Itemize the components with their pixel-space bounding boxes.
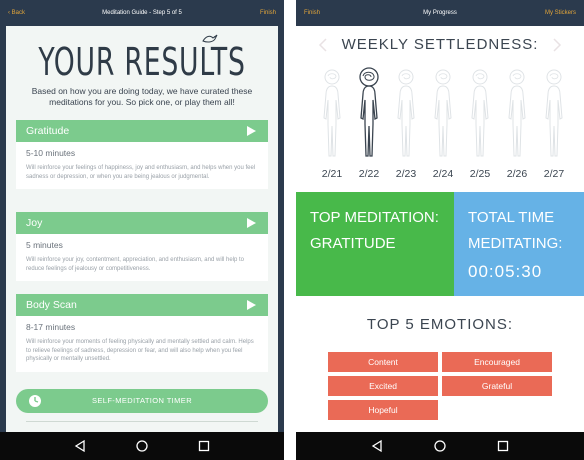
top-meditation-value: GRATITUDE: [310, 235, 396, 252]
nav-back-icon[interactable]: [73, 439, 87, 453]
top-meditation-label: TOP MEDITATION:: [310, 209, 439, 226]
weekly-settledness-title: WEEKLY SETTLEDNESS:: [341, 36, 539, 53]
results-card: YOUR RESULTS Based on how you are doing …: [6, 26, 278, 432]
stats-tiles: TOP MEDITATION: GRATITUDE TOTAL TIME MED…: [296, 192, 584, 296]
meditation-card-body-scan[interactable]: Body Scan 8-17 minutes Will reinforce yo…: [16, 294, 268, 372]
day-label: 2/27: [543, 168, 565, 180]
divider: [26, 421, 258, 422]
meditation-card-gratitude[interactable]: Gratitude 5-10 minutes Will reinforce yo…: [16, 120, 268, 189]
person-figure-icon: [397, 69, 415, 157]
meditation-card-joy[interactable]: Joy 5 minutes Will reinforce your joy, c…: [16, 212, 268, 281]
screen-title: My Progress: [423, 10, 457, 16]
person-figure-icon: [508, 69, 526, 157]
person-figure-icon: [323, 69, 341, 157]
person-figure-icon: [359, 67, 379, 157]
person-figure-icon: [545, 69, 563, 157]
play-icon[interactable]: [246, 300, 256, 310]
person-figure-icon: [471, 69, 489, 157]
bird-icon: [202, 34, 218, 43]
nav-back-icon[interactable]: [370, 439, 384, 453]
timer-label: SELF-MEDITATION TIMER: [91, 396, 193, 405]
meditation-guide-screen: ‹ Back Meditation Guide - Step 5 of 5 Fi…: [0, 0, 284, 460]
emotion-badge: Encouraged: [442, 352, 552, 372]
top-emotions-title: TOP 5 EMOTIONS:: [366, 316, 514, 333]
my-stickers-button[interactable]: My Stickers: [545, 8, 576, 18]
nav-recent-icon[interactable]: [197, 439, 211, 453]
day-label: 2/26: [506, 168, 528, 180]
meditation-name: Gratitude: [26, 125, 70, 137]
meditation-duration: 5-10 minutes: [26, 148, 76, 158]
day-label: 2/21: [321, 168, 343, 180]
top-bar: Finish My Progress My Stickers: [296, 0, 584, 26]
nav-recent-icon[interactable]: [496, 439, 510, 453]
top-meditation-tile: TOP MEDITATION: GRATITUDE: [296, 192, 454, 296]
meditation-name: Body Scan: [26, 299, 77, 311]
person-figure-icon: [434, 69, 452, 157]
top-bar: ‹ Back Meditation Guide - Step 5 of 5 Fi…: [0, 0, 284, 26]
finish-button[interactable]: Finish: [260, 8, 276, 18]
emotion-badge: Grateful: [442, 376, 552, 396]
day-label: 2/23: [395, 168, 417, 180]
android-nav-bar: [296, 432, 584, 460]
total-time-label: TOTAL TIME: [468, 209, 555, 226]
settledness-figures: [314, 64, 566, 164]
total-time-value: 00:05:30: [468, 262, 543, 281]
meditation-duration: 5 minutes: [26, 240, 63, 250]
meditation-body: 5-10 minutes Will reinforce your feeling…: [16, 142, 268, 189]
day-label: 2/25: [469, 168, 491, 180]
nav-home-icon[interactable]: [433, 439, 447, 453]
meditation-description: Will reinforce your feelings of happines…: [26, 165, 256, 180]
total-time-label-2: MEDITATING:: [468, 235, 563, 252]
emotion-badge: Hopeful: [328, 400, 438, 420]
screen-title: Meditation Guide - Step 5 of 5: [102, 10, 182, 16]
chevron-right-icon[interactable]: [552, 38, 562, 52]
results-title: YOUR RESULTS: [38, 40, 246, 84]
meditation-header[interactable]: Joy: [16, 212, 268, 234]
meditation-name: Joy: [26, 217, 43, 229]
day-label: 2/22: [358, 168, 380, 180]
meditation-header[interactable]: Body Scan: [16, 294, 268, 316]
meditation-duration: 8-17 minutes: [26, 322, 76, 332]
day-label: 2/24: [432, 168, 454, 180]
self-meditation-timer-button[interactable]: SELF-MEDITATION TIMER: [16, 389, 268, 413]
total-time-tile: TOTAL TIME MEDITATING: 00:05:30: [454, 192, 584, 296]
play-icon[interactable]: [246, 126, 256, 136]
results-intro: Based on how you are doing today, we hav…: [31, 86, 253, 107]
meditation-body: 5 minutes Will reinforce your joy, conte…: [16, 234, 268, 281]
nav-home-icon[interactable]: [135, 439, 149, 453]
meditation-body: 8-17 minutes Will reinforce your moments…: [16, 316, 268, 372]
my-progress-screen: Finish My Progress My Stickers WEEKLY SE…: [296, 0, 584, 460]
play-icon[interactable]: [246, 218, 256, 228]
meditation-description: Will reinforce your joy, contentment, ap…: [26, 257, 245, 272]
emotion-badge: Excited: [328, 376, 438, 396]
emotion-badge: Content: [328, 352, 438, 372]
meditation-description: Will reinforce your moments of feeling p…: [26, 339, 254, 362]
meditation-header[interactable]: Gratitude: [16, 120, 268, 142]
android-nav-bar: [0, 432, 284, 460]
